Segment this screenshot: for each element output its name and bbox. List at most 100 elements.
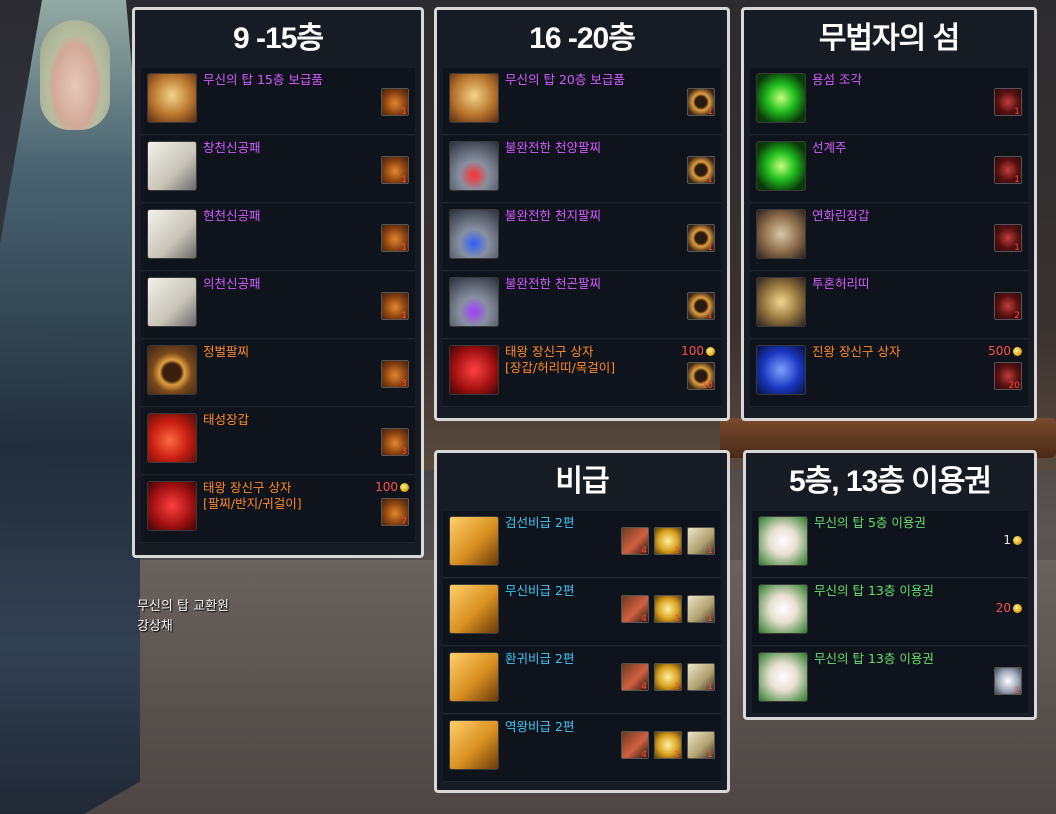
shop-item-row[interactable]: 용섬 조각 1: [750, 68, 1028, 135]
ticket-scroll-icon[interactable]: [758, 584, 808, 634]
shop-item-row[interactable]: 태왕 장신구 상자 [장갑/허리띠/목걸이] 100 10: [443, 340, 721, 407]
coin-icon: [400, 483, 409, 492]
ticket-scroll-icon[interactable]: [758, 516, 808, 566]
red-box-icon[interactable]: [147, 481, 197, 531]
shop-item-row[interactable]: 투혼허리띠 2: [750, 272, 1028, 339]
price-value: 1: [1003, 533, 1011, 547]
item-name-subline: [팔찌/반지/귀걸이]: [203, 496, 302, 511]
paper-icon[interactable]: 1: [687, 731, 715, 760]
gourd-icon[interactable]: 7: [381, 498, 409, 527]
silver-bracelet-red-icon[interactable]: [449, 141, 499, 191]
shop-item-row[interactable]: 무신의 탑 13층 이용권 1: [752, 647, 1028, 714]
silver-tag-icon[interactable]: 1: [994, 667, 1022, 696]
shop-item-row[interactable]: 역왕비급 2편 4 1 1: [443, 715, 721, 782]
chest-icon[interactable]: [147, 73, 197, 123]
shop-item-row[interactable]: 정벌팔찌 3: [141, 340, 415, 407]
item-name: 의천신공패: [203, 276, 261, 292]
book-icon[interactable]: [449, 720, 499, 770]
panel-title: 무법자의 섬: [818, 22, 960, 55]
gourd-icon[interactable]: 1: [381, 292, 409, 321]
dark-token-icon[interactable]: 1: [994, 88, 1022, 117]
item-name: 선계주: [812, 140, 847, 156]
shop-item-row[interactable]: 태성장갑 3: [141, 408, 415, 475]
item-name-line: 무신비급 2편: [505, 583, 575, 598]
belt-icon[interactable]: [756, 277, 806, 327]
green-orb-icon[interactable]: [756, 141, 806, 191]
silver-bracelet-blue-icon[interactable]: [449, 209, 499, 259]
gourd-icon[interactable]: 3: [381, 428, 409, 457]
dark-token-icon[interactable]: 1: [994, 224, 1022, 253]
scroll-icon[interactable]: [147, 209, 197, 259]
dark-token-icon[interactable]: 20: [994, 362, 1022, 391]
ring-icon[interactable]: 1: [687, 224, 715, 253]
scroll-bundle-icon[interactable]: 4: [621, 663, 649, 692]
red-box-icon[interactable]: [449, 345, 499, 395]
shop-item-row[interactable]: 불완전한 천양팔찌 1: [443, 136, 721, 203]
cost-quantity: 1: [707, 243, 713, 253]
item-name-line: 의천신공패: [203, 276, 261, 291]
dark-token-icon[interactable]: 1: [994, 156, 1022, 185]
cost-quantity: 1: [674, 546, 680, 556]
gourd-icon[interactable]: 1: [381, 224, 409, 253]
shop-item-row[interactable]: 무신의 탑 5층 이용권 1: [752, 511, 1028, 578]
shop-item-row[interactable]: 선계주 1: [750, 136, 1028, 203]
gourd-icon[interactable]: 3: [381, 360, 409, 389]
cost-quantity: 4: [641, 546, 647, 556]
shop-panel: 무법자의 섬 용섬 조각 1 선계주 1 연화린장갑 1 투혼허리띠 2 진왕 장신구 상자 500…: [741, 7, 1037, 421]
gourd-icon[interactable]: 1: [381, 156, 409, 185]
shop-item-row[interactable]: 검선비급 2편 4 1 1: [443, 511, 721, 578]
item-name: 환귀비급 2편: [505, 651, 574, 667]
silver-bracelet-purple-icon[interactable]: [449, 277, 499, 327]
shop-item-row[interactable]: 진왕 장신구 상자 500 20: [750, 340, 1028, 407]
ring-icon[interactable]: 1: [687, 292, 715, 321]
ring-icon[interactable]: 1: [687, 88, 715, 117]
scroll-bundle-icon[interactable]: 4: [621, 595, 649, 624]
paper-icon[interactable]: 1: [687, 527, 715, 556]
book-icon[interactable]: [449, 584, 499, 634]
gourd-icon[interactable]: 1: [381, 88, 409, 117]
shop-item-row[interactable]: 의천신공패 1: [141, 272, 415, 339]
shop-item-row[interactable]: 태왕 장신구 상자 [팔찌/반지/귀걸이] 100 7: [141, 476, 415, 543]
shop-item-row[interactable]: 무신의 탑 13층 이용권 20: [752, 579, 1028, 646]
npc-head: [40, 20, 110, 130]
shop-item-row[interactable]: 무신의 탑 15층 보급품 1: [141, 68, 415, 135]
green-gem-icon[interactable]: [756, 73, 806, 123]
glove-icon[interactable]: [147, 413, 197, 463]
shop-item-row[interactable]: 환귀비급 2편 4 1 1: [443, 647, 721, 714]
ring-icon[interactable]: 1: [687, 156, 715, 185]
bracelet-icon[interactable]: [147, 345, 197, 395]
ticket-scroll-icon[interactable]: [758, 652, 808, 702]
coin-icon: [1013, 536, 1022, 545]
paper-icon[interactable]: 1: [687, 595, 715, 624]
scroll-bundle-icon[interactable]: 4: [621, 527, 649, 556]
paper-icon[interactable]: 1: [687, 663, 715, 692]
ring-icon[interactable]: 10: [687, 362, 715, 391]
gold-token-icon[interactable]: 1: [654, 731, 682, 760]
cost-quantity: 4: [641, 614, 647, 624]
gold-token-icon[interactable]: 1: [654, 527, 682, 556]
scroll-icon[interactable]: [147, 277, 197, 327]
shop-item-row[interactable]: 불완전한 천지팔찌 1: [443, 204, 721, 271]
gold-token-icon[interactable]: 1: [654, 595, 682, 624]
cost-quantity: 1: [707, 682, 713, 692]
cost-quantity: 1: [1014, 686, 1020, 696]
shop-item-row[interactable]: 무신비급 2편 4 1 1: [443, 579, 721, 646]
scroll-bundle-icon[interactable]: 4: [621, 731, 649, 760]
gold-token-icon[interactable]: 1: [654, 663, 682, 692]
item-name: 태왕 장신구 상자 [팔찌/반지/귀걸이]: [203, 480, 302, 512]
book-icon[interactable]: [449, 516, 499, 566]
chest-icon[interactable]: [449, 73, 499, 123]
cost-quantity: 1: [401, 175, 407, 185]
book-icon[interactable]: [449, 652, 499, 702]
shop-item-row[interactable]: 불완전한 천곤팔찌 1: [443, 272, 721, 339]
cost-quantity: 1: [401, 311, 407, 321]
shop-panel: 5층, 13층 이용권 무신의 탑 5층 이용권 1 무신의 탑 13층 이용권 20 무…: [743, 450, 1037, 720]
shop-item-row[interactable]: 무신의 탑 20층 보급품 1: [443, 68, 721, 135]
gauntlet-icon[interactable]: [756, 209, 806, 259]
shop-item-row[interactable]: 연화린장갑 1: [750, 204, 1028, 271]
shop-item-row[interactable]: 창천신공패 1: [141, 136, 415, 203]
scroll-icon[interactable]: [147, 141, 197, 191]
blue-box-icon[interactable]: [756, 345, 806, 395]
shop-item-row[interactable]: 현천신공패 1: [141, 204, 415, 271]
dark-token-icon[interactable]: 2: [994, 292, 1022, 321]
